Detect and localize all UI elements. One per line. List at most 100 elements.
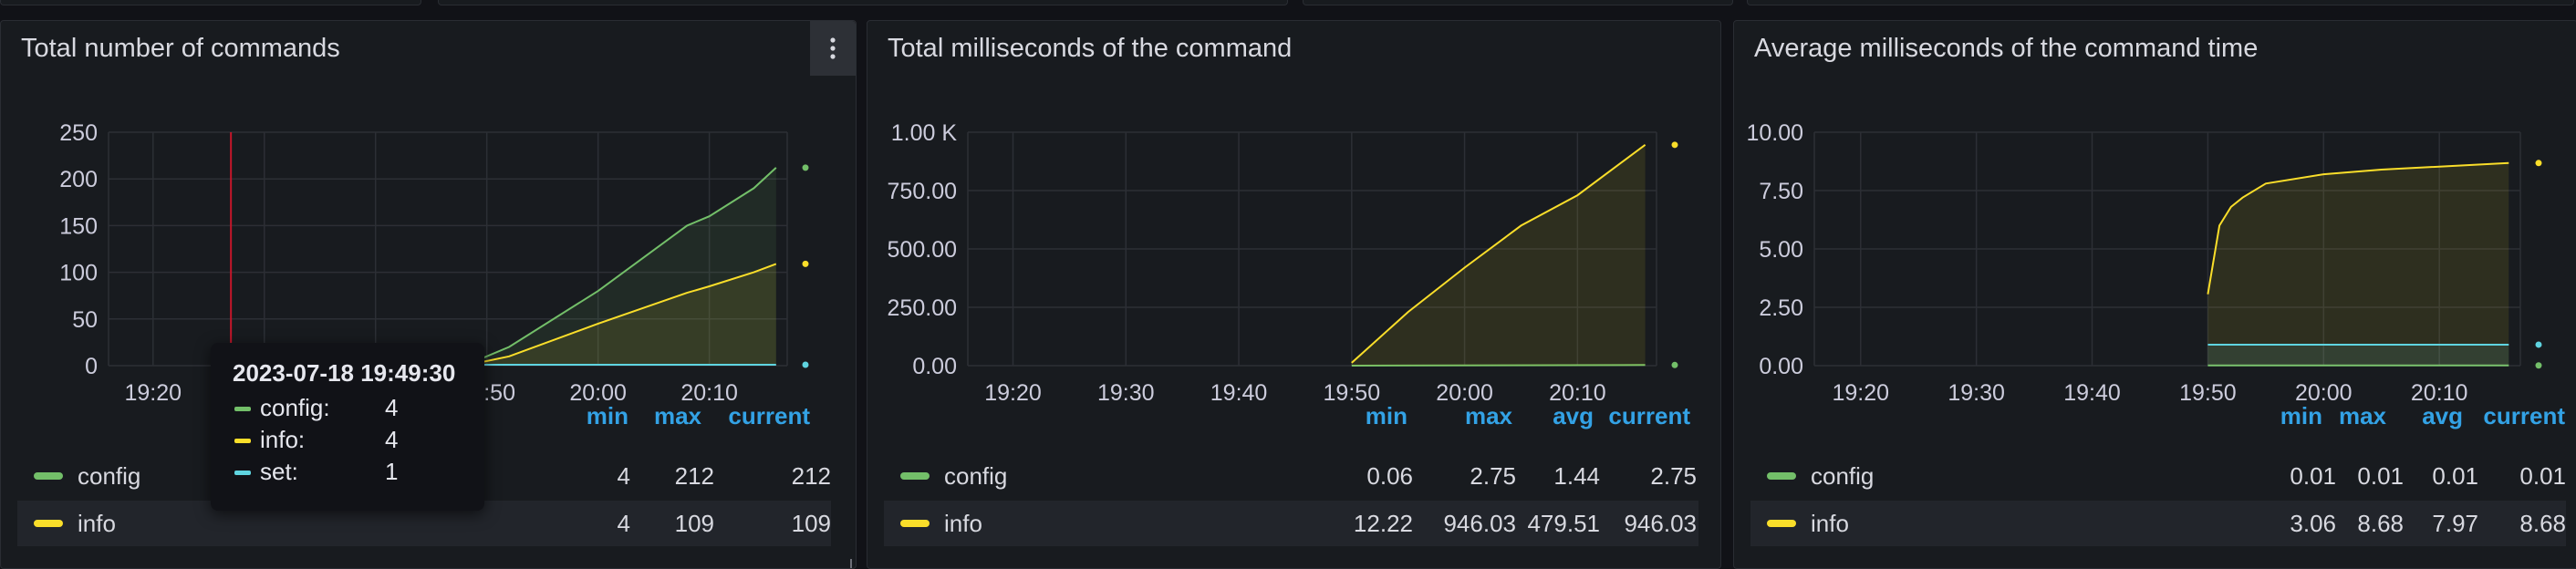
legend-value-max: 2.75 bbox=[1470, 462, 1516, 491]
y-axis-tick-label: 0.00 bbox=[1759, 354, 1803, 379]
x-axis-tick-label: 19:30 bbox=[1948, 380, 2005, 406]
legend-value-current: 946.03 bbox=[1624, 510, 1697, 538]
legend-row-config[interactable]: config 0.01 0.01 0.01 0.01 bbox=[1750, 453, 2566, 499]
y-axis-tick-label: 2.50 bbox=[1759, 295, 1803, 321]
legend-value-current: 8.68 bbox=[2519, 510, 2566, 538]
x-axis-tick-label: 19:20 bbox=[125, 380, 182, 406]
legend-value-avg: 7.97 bbox=[2432, 510, 2478, 538]
tooltip-label: config: bbox=[260, 394, 330, 422]
legend-value-min: 4 bbox=[618, 510, 630, 538]
y-axis-tick-label: 7.50 bbox=[1759, 179, 1803, 204]
series-color-swatch bbox=[234, 439, 251, 443]
panel-title: Total milliseconds of the command bbox=[888, 34, 1292, 64]
series-end-point-config bbox=[803, 164, 809, 171]
legend-value-max: 109 bbox=[675, 510, 714, 538]
legend-value-current: 212 bbox=[792, 462, 831, 491]
series-color-swatch bbox=[900, 472, 930, 480]
legend-value-min: 3.06 bbox=[2290, 510, 2336, 538]
y-axis-tick-label: 150 bbox=[59, 213, 98, 239]
y-axis-tick-label: 0.00 bbox=[912, 354, 957, 379]
legend-header-max[interactable]: max bbox=[1401, 402, 1512, 430]
time-series-chart[interactable]: 10.00 7.50 5.00 2.50 0.00 19:20 19:30 19:40 19:5… bbox=[1734, 101, 2576, 411]
x-axis-tick-label: 19:50 bbox=[2179, 380, 2237, 406]
series-end-point-set bbox=[803, 361, 809, 367]
legend-value-current: 0.01 bbox=[2519, 462, 2566, 491]
panel-above-edge bbox=[1303, 0, 1733, 5]
legend-header-avg[interactable]: avg bbox=[1506, 402, 1594, 430]
panel-total-milliseconds[interactable]: Total milliseconds of the command 1.00 K… bbox=[867, 20, 1721, 569]
y-axis-tick-label: 1.00 K bbox=[891, 120, 958, 146]
series-color-swatch bbox=[900, 520, 930, 527]
legend-row-info[interactable]: info 12.22 946.03 479.51 946.03 bbox=[884, 501, 1698, 546]
y-axis-tick-label: 200 bbox=[59, 167, 98, 192]
y-axis-tick-label: 500.00 bbox=[888, 237, 957, 263]
series-end-point-config bbox=[1672, 362, 1678, 368]
series-name: info bbox=[944, 510, 982, 538]
legend-value-avg: 479.51 bbox=[1527, 510, 1600, 538]
tooltip-value: 4 bbox=[385, 426, 398, 454]
series-color-swatch bbox=[234, 407, 251, 411]
kebab-menu-icon bbox=[829, 36, 836, 60]
panel-title: Average milliseconds of the command time bbox=[1754, 34, 2258, 64]
y-axis-tick-label: 750.00 bbox=[888, 179, 957, 204]
y-axis-tick-label: 5.00 bbox=[1759, 237, 1803, 263]
legend-header-current[interactable]: current bbox=[708, 402, 810, 430]
y-axis-tick-label: 250 bbox=[59, 120, 98, 146]
x-axis-tick-label: 19:40 bbox=[1210, 380, 1268, 406]
resize-handle[interactable] bbox=[839, 559, 852, 569]
series-name: config bbox=[78, 462, 140, 491]
series-color-swatch bbox=[34, 472, 63, 480]
legend-header-min[interactable]: min bbox=[1305, 402, 1407, 430]
series-color-swatch bbox=[34, 520, 63, 527]
legend-value-min: 4 bbox=[618, 462, 630, 491]
series-end-point-config bbox=[2536, 362, 2542, 368]
series-area-info bbox=[2207, 163, 2508, 366]
legend-header-max[interactable]: max bbox=[2309, 402, 2386, 430]
legend-value-max: 0.01 bbox=[2357, 462, 2404, 491]
legend-value-avg: 1.44 bbox=[1553, 462, 1600, 491]
legend-value-max: 212 bbox=[675, 462, 714, 491]
panel-above-edge bbox=[0, 0, 421, 5]
panel-menu-button[interactable] bbox=[810, 21, 856, 76]
legend-row-info[interactable]: info 3.06 8.68 7.97 8.68 bbox=[1750, 501, 2566, 546]
y-axis-tick-label: 250.00 bbox=[888, 295, 957, 321]
panel-above-edge bbox=[438, 0, 1288, 5]
panel-above-edge bbox=[1747, 0, 2574, 5]
hover-tooltip: 2023-07-18 19:49:30 config: 4 info: 4 se… bbox=[211, 343, 484, 511]
legend-value-current: 2.75 bbox=[1650, 462, 1697, 491]
tooltip-value: 4 bbox=[385, 394, 398, 422]
legend-value-min: 0.01 bbox=[2290, 462, 2336, 491]
legend-value-max: 8.68 bbox=[2357, 510, 2404, 538]
series-end-point-set bbox=[2536, 341, 2542, 347]
series-name: info bbox=[78, 510, 116, 538]
legend-value-current: 109 bbox=[792, 510, 831, 538]
series-end-point-info bbox=[2536, 160, 2542, 166]
panel-average-milliseconds[interactable]: Average milliseconds of the command time… bbox=[1733, 20, 2576, 569]
time-series-chart[interactable]: 1.00 K750.00500.00250.000.0019:2019:3019… bbox=[867, 101, 1720, 411]
series-end-point-info bbox=[1672, 141, 1678, 148]
y-axis-tick-label: 10.00 bbox=[1746, 120, 1803, 146]
series-color-swatch bbox=[234, 471, 251, 475]
series-name: config bbox=[1811, 462, 1874, 491]
tooltip-label: set: bbox=[260, 458, 298, 486]
x-axis-tick-label: 19:20 bbox=[984, 380, 1042, 406]
x-axis-tick-label: 19:40 bbox=[2063, 380, 2121, 406]
legend-value-min: 0.06 bbox=[1366, 462, 1413, 491]
legend-header-min[interactable]: min bbox=[566, 402, 628, 430]
legend-row-config[interactable]: config 0.06 2.75 1.44 2.75 bbox=[884, 453, 1698, 499]
legend-header-current[interactable]: current bbox=[1588, 402, 1690, 430]
legend-value-max: 946.03 bbox=[1443, 510, 1516, 538]
x-axis-tick-label: 19:20 bbox=[1832, 380, 1889, 406]
panel-total-number-of-commands[interactable]: Total number of commands 250200150100500… bbox=[0, 20, 857, 569]
y-axis-tick-label: 50 bbox=[72, 307, 98, 333]
tooltip-value: 1 bbox=[385, 458, 398, 486]
y-axis-tick-label: 0 bbox=[85, 354, 98, 379]
series-name: config bbox=[944, 462, 1007, 491]
legend-header-avg[interactable]: avg bbox=[2386, 402, 2463, 430]
legend-header-max[interactable]: max bbox=[639, 402, 701, 430]
tooltip-label: info: bbox=[260, 426, 305, 454]
y-axis-tick-label: 100 bbox=[59, 261, 98, 286]
series-color-swatch bbox=[1767, 520, 1796, 527]
legend-header-current[interactable]: current bbox=[2455, 402, 2565, 430]
series-end-point-info bbox=[803, 261, 809, 267]
